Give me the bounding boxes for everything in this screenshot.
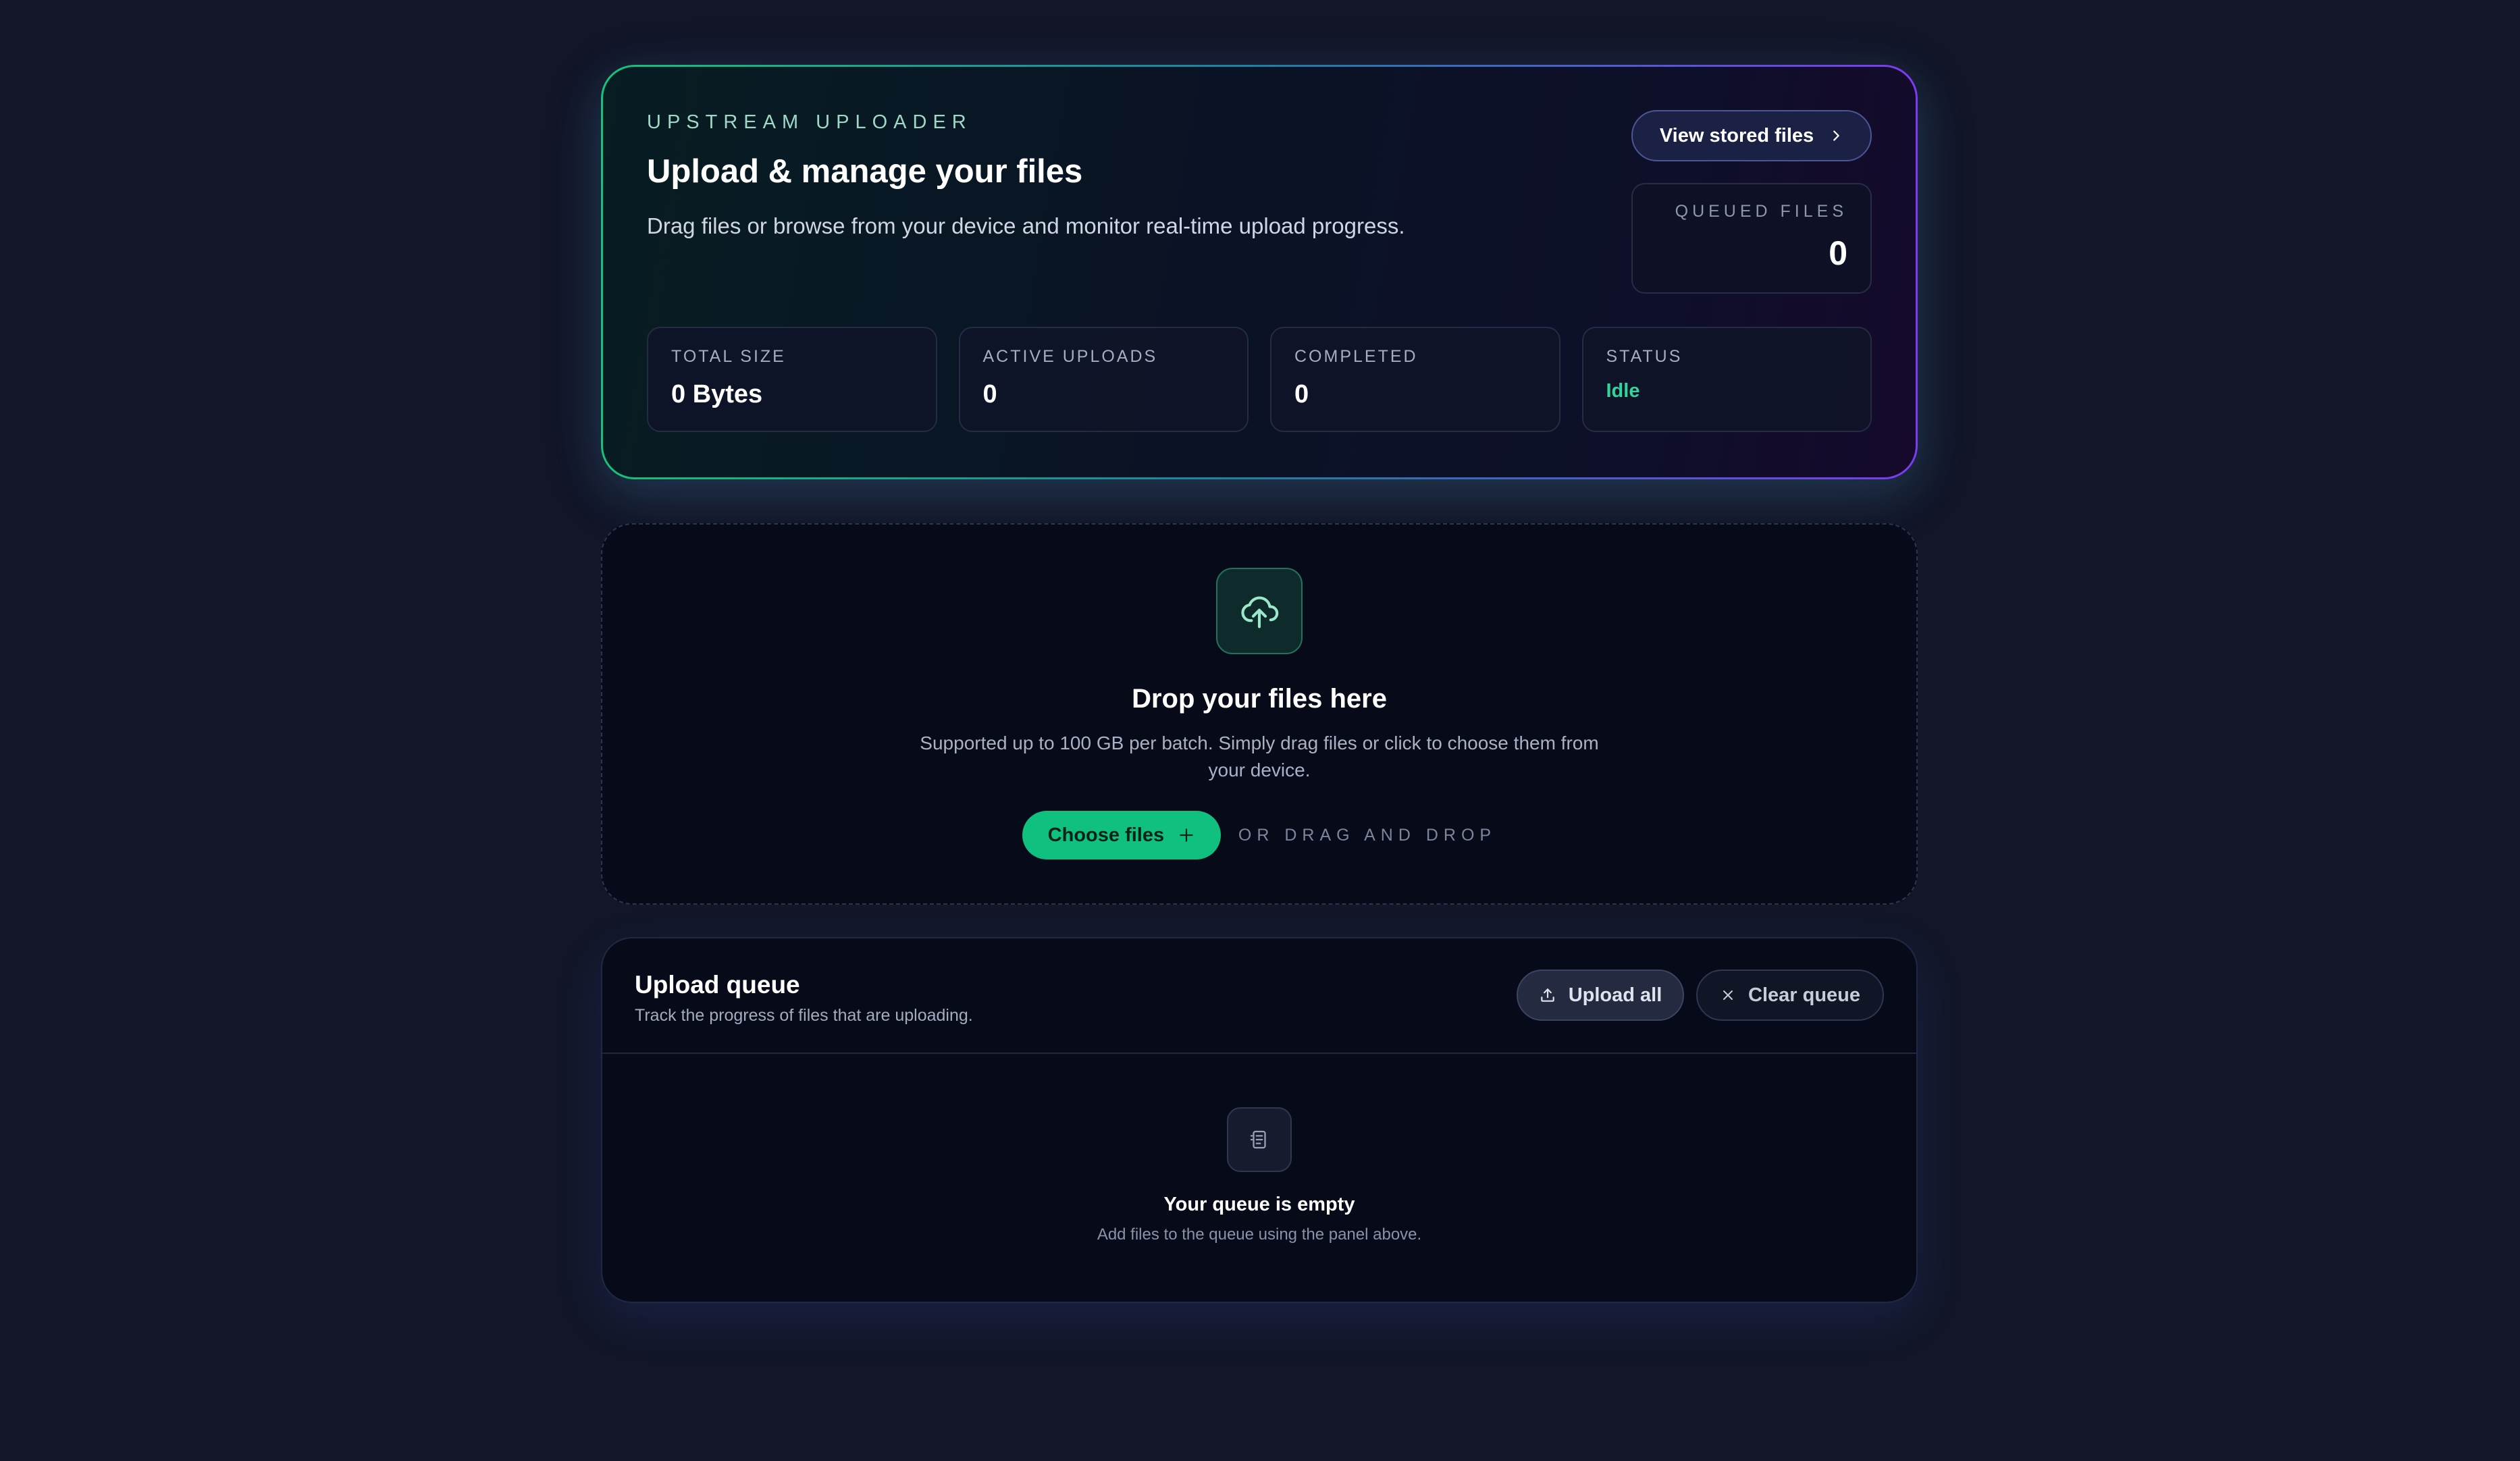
stat-label: ACTIVE UPLOADS — [982, 347, 1158, 366]
queue-title: Upload queue — [635, 971, 800, 999]
stat-status: STATUS Idle — [1581, 327, 1872, 432]
clear-queue-label: Clear queue — [1748, 984, 1860, 1006]
stats-row: TOTAL SIZE 0 Bytes ACTIVE UPLOADS 0 COMP… — [647, 327, 1872, 432]
stat-label: COMPLETED — [1294, 347, 1418, 366]
stat-value: 0 Bytes — [671, 380, 763, 408]
queue-actions: Upload all Clear queue — [1517, 969, 1884, 1021]
empty-queue-subtitle: Add files to the queue using the panel a… — [1097, 1225, 1422, 1244]
dropzone-title: Drop your files here — [1132, 684, 1387, 714]
queued-files-value: 0 — [1829, 234, 1847, 272]
queued-files-label: QUEUED FILES — [1675, 202, 1847, 221]
empty-queue-title: Your queue is empty — [1163, 1194, 1355, 1215]
dropzone-actions: Choose files OR DRAG AND DROP — [602, 811, 1916, 859]
upload-all-button[interactable]: Upload all — [1517, 969, 1684, 1021]
page: UPSTREAM UPLOADER Upload & manage your f… — [601, 65, 1918, 1303]
choose-files-label: Choose files — [1047, 824, 1165, 846]
cloud-upload-icon-box — [1216, 568, 1303, 654]
close-icon — [1723, 990, 1733, 1000]
stat-value: 0 — [982, 380, 997, 408]
clear-queue-button[interactable]: Clear queue — [1696, 969, 1884, 1021]
hero-panel: UPSTREAM UPLOADER Upload & manage your f… — [603, 67, 1916, 477]
hero-card: UPSTREAM UPLOADER Upload & manage your f… — [601, 65, 1918, 479]
stat-label: TOTAL SIZE — [671, 347, 786, 366]
empty-queue-icon-box — [1227, 1107, 1292, 1172]
upload-queue-panel: Upload queue Track the progress of files… — [601, 937, 1918, 1303]
upload-all-label: Upload all — [1568, 984, 1662, 1006]
drag-drop-hint: OR DRAG AND DROP — [1238, 825, 1497, 845]
status-badge: Idle — [1606, 380, 1640, 402]
plus-icon — [1180, 828, 1193, 842]
upload-icon — [1540, 988, 1554, 1002]
queued-files-card: QUEUED FILES 0 — [1631, 183, 1872, 294]
view-stored-files-button[interactable]: View stored files — [1631, 110, 1872, 161]
stat-total-size: TOTAL SIZE 0 Bytes — [647, 327, 937, 432]
list-icon — [1250, 1130, 1266, 1149]
dropzone[interactable]: Drop your files here Supported up to 100… — [601, 523, 1918, 905]
dropzone-subtitle: Supported up to 100 GB per batch. Simply… — [920, 733, 1599, 780]
stat-completed: COMPLETED 0 — [1270, 327, 1560, 432]
stat-value: 0 — [1294, 380, 1309, 408]
queue-subtitle: Track the progress of files that are upl… — [635, 1006, 973, 1025]
cloud-upload-icon — [1241, 596, 1279, 629]
stat-label: STATUS — [1606, 347, 1683, 366]
stat-active-uploads: ACTIVE UPLOADS 0 — [958, 327, 1249, 432]
choose-files-button[interactable]: Choose files — [1022, 811, 1221, 859]
view-stored-files-label: View stored files — [1659, 124, 1814, 147]
queue-header: Upload queue Track the progress of files… — [602, 938, 1916, 1054]
chevron-right-icon — [1833, 130, 1839, 141]
